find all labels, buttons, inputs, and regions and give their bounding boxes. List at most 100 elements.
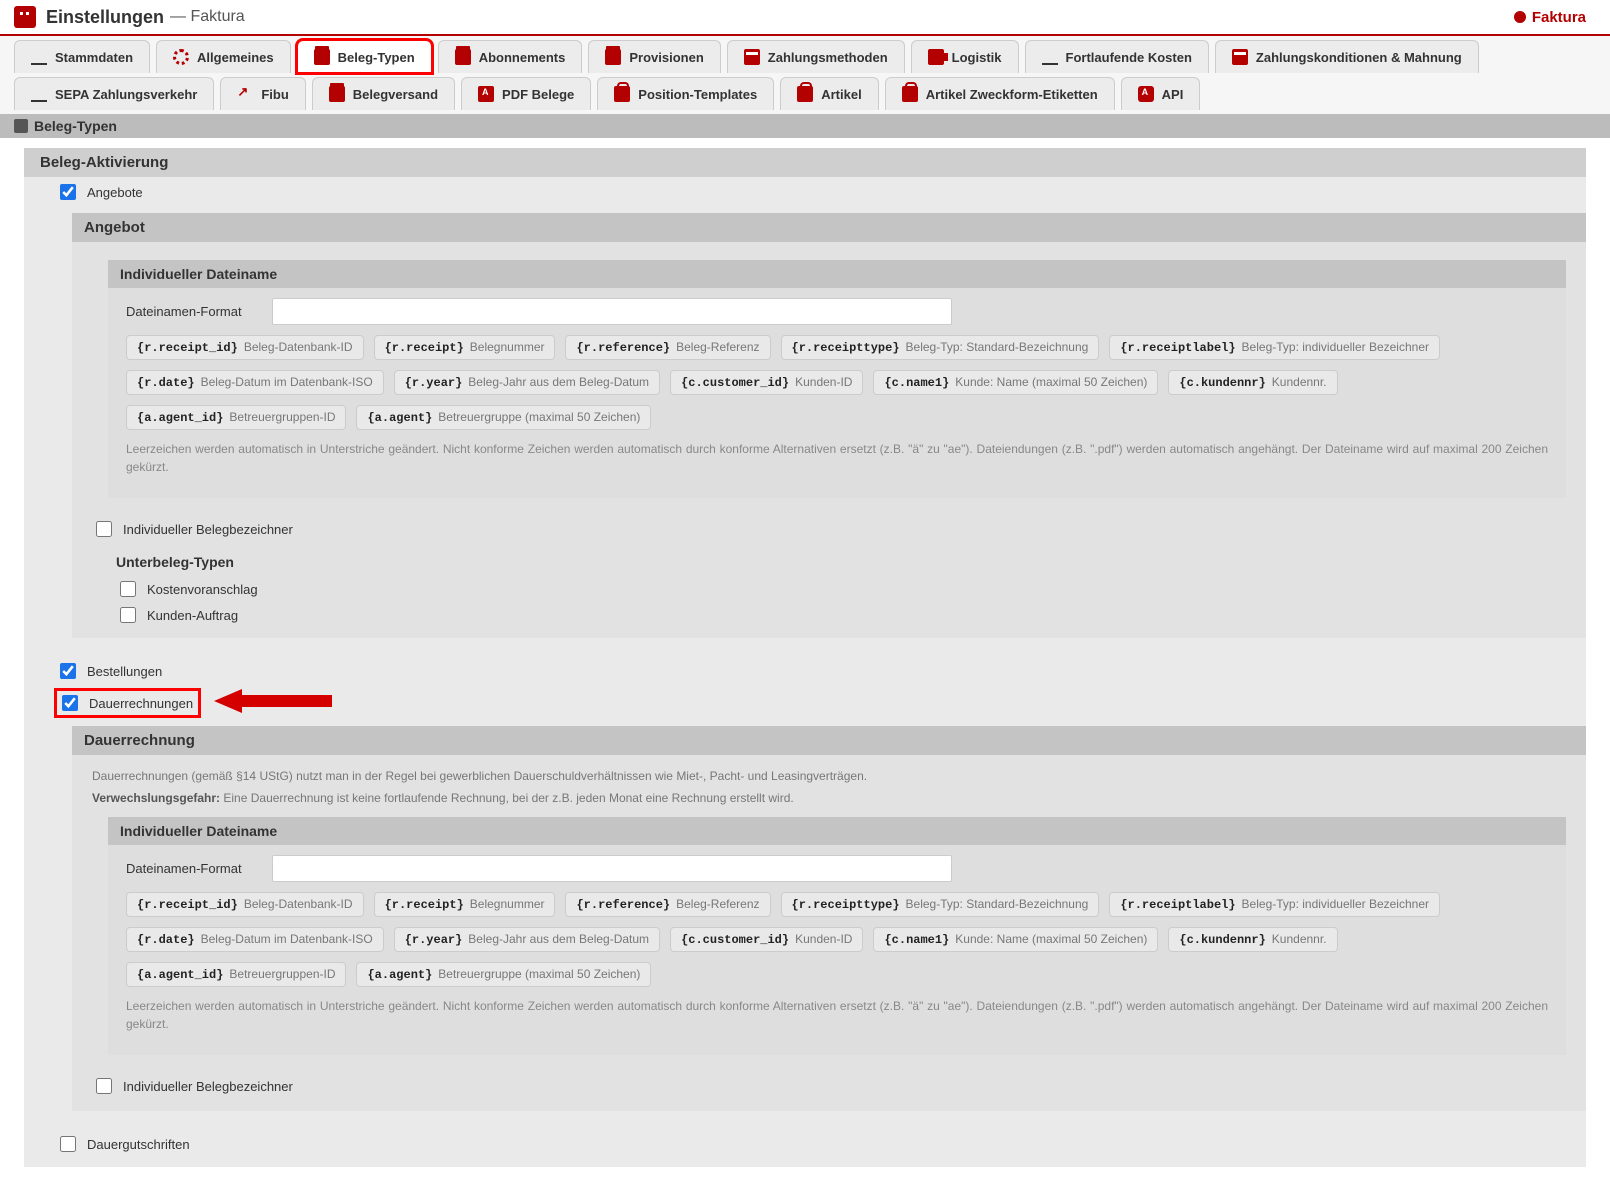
filename-token[interactable]: {c.kundennr}Kundennr. — [1168, 370, 1337, 395]
token-code: {c.name1} — [884, 376, 949, 390]
token-desc: Beleg-Datum im Datenbank-ISO — [201, 932, 373, 946]
tab-allgemeines[interactable]: Allgemeines — [156, 40, 291, 73]
section-strip: Beleg-Typen — [0, 114, 1610, 138]
filename-token[interactable]: {r.receipt}Belegnummer — [374, 892, 556, 917]
angebot-subitem-row: Kunden-Auftrag — [116, 602, 1566, 628]
filename-token[interactable]: {r.date} Beleg-Datum im Datenbank-ISO — [126, 927, 384, 952]
filename-token[interactable]: {r.receipt_id}Beleg-Datenbank-ID — [126, 335, 364, 360]
filename-token[interactable]: {r.receipttype}Beleg-Typ: Standard-Bezei… — [781, 892, 1100, 917]
dauerrechnung-filename-hint: Leerzeichen werden automatisch in Unters… — [126, 997, 1548, 1033]
tab-zahlungsmethoden[interactable]: Zahlungsmethoden — [727, 40, 905, 73]
tab-fibu[interactable]: Fibu — [220, 77, 305, 110]
filename-token[interactable]: {c.kundennr}Kundennr. — [1168, 927, 1337, 952]
token-desc: Betreuergruppen-ID — [229, 410, 335, 424]
token-desc: Beleg-Datenbank-ID — [244, 897, 353, 911]
angebot-filename-input[interactable] — [272, 298, 952, 325]
token-code: {r.date} — [137, 376, 195, 390]
tab-artikel-zweckform-etiketten[interactable]: Artikel Zweckform-Etiketten — [885, 77, 1115, 110]
dauerrechnung-desc2-bold: Verwechslungsgefahr: — [92, 791, 220, 805]
tab-provisionen[interactable]: Provisionen — [588, 40, 720, 73]
token-desc: Beleg-Datum im Datenbank-ISO — [201, 375, 373, 389]
token-desc: Beleg-Referenz — [676, 340, 759, 354]
token-desc: Beleg-Referenz — [676, 897, 759, 911]
filename-token[interactable]: {r.reference} Beleg-Referenz — [565, 335, 770, 360]
dauerrechnungen-checkbox[interactable] — [62, 695, 78, 711]
dauerrechnung-filename-block: Individueller Dateiname Dateinamen-Forma… — [108, 817, 1566, 1055]
tab-label: Position-Templates — [638, 87, 757, 102]
filename-token[interactable]: {c.name1} Kunde: Name (maximal 50 Zeichen… — [873, 370, 1158, 395]
filename-token[interactable]: {r.receipt_id}Beleg-Datenbank-ID — [126, 892, 364, 917]
token-desc: Kunde: Name (maximal 50 Zeichen) — [955, 375, 1147, 389]
tab-fortlaufende-kosten[interactable]: Fortlaufende Kosten — [1025, 40, 1209, 73]
token-code: {r.reference} — [576, 341, 670, 355]
token-code: {c.name1} — [884, 933, 949, 947]
filename-token[interactable]: {c.customer_id}Kunden-ID — [670, 927, 863, 952]
filename-token[interactable]: {c.name1}Kunde: Name (maximal 50 Zeichen… — [873, 927, 1158, 952]
dauerrechnung-indiv-bez-checkbox[interactable] — [96, 1078, 112, 1094]
filename-token[interactable]: {r.receipt}Belegnummer — [374, 335, 556, 360]
token-desc: Beleg-Typ: Standard-Bezeichnung — [906, 340, 1089, 354]
dauergutschriften-checkbox[interactable] — [60, 1136, 76, 1152]
filename-token[interactable]: {r.receipttype}Beleg-Typ: Standard-Bezei… — [781, 335, 1100, 360]
angebot-subitem-label: Kunden-Auftrag — [147, 608, 238, 623]
token-desc: Betreuergruppen-ID — [229, 967, 335, 981]
tab-pdf-belege[interactable]: PDF Belege — [461, 77, 591, 110]
filename-token[interactable]: {r.receiptlabel}Beleg-Typ: individueller… — [1109, 892, 1440, 917]
cone-icon — [31, 49, 47, 65]
tab-label: Provisionen — [629, 50, 703, 65]
filename-token[interactable]: {a.agent_id} Betreuergruppen-ID — [126, 405, 346, 430]
filename-token[interactable]: {a.agent}Betreuergruppe (maximal 50 Zeic… — [356, 962, 651, 987]
token-code: {a.agent_id} — [137, 411, 223, 425]
brand-badge: Faktura — [1504, 7, 1596, 28]
pdf-icon — [478, 86, 494, 102]
token-desc: Beleg-Jahr aus dem Beleg-Datum — [468, 375, 649, 389]
bag-icon — [797, 86, 813, 102]
activation-header: Beleg-Aktivierung — [24, 148, 1586, 177]
gear-icon — [173, 49, 189, 65]
token-code: {r.date} — [137, 933, 195, 947]
tab-position-templates[interactable]: Position-Templates — [597, 77, 774, 110]
angebot-indiv-bez-checkbox[interactable] — [96, 521, 112, 537]
tab-label: Artikel — [821, 87, 861, 102]
tab-sepa-zahlungsverkehr[interactable]: SEPA Zahlungsverkehr — [14, 77, 214, 110]
filename-token[interactable]: {c.customer_id}Kunden-ID — [670, 370, 863, 395]
angebot-subitem-checkbox[interactable] — [120, 581, 136, 597]
card-icon — [1232, 49, 1248, 65]
tab-api[interactable]: API — [1121, 77, 1201, 110]
filename-token[interactable]: {r.receiptlabel} Beleg-Typ: individueller… — [1109, 335, 1440, 360]
token-code: {r.reference} — [576, 898, 670, 912]
angebot-indiv-bez-label: Individueller Belegbezeichner — [123, 522, 293, 537]
angebot-subitem-checkbox[interactable] — [120, 607, 136, 623]
token-desc: Beleg-Typ: individueller Bezeichner — [1242, 340, 1429, 354]
dauerrechnung-filename-label: Dateinamen-Format — [126, 861, 256, 876]
tab-stammdaten[interactable]: Stammdaten — [14, 40, 150, 73]
tab-artikel[interactable]: Artikel — [780, 77, 878, 110]
tab-belegversand[interactable]: Belegversand — [312, 77, 455, 110]
filename-token[interactable]: {r.date} Beleg-Datum im Datenbank-ISO — [126, 370, 384, 395]
token-desc: Kundennr. — [1272, 375, 1327, 389]
section-icon — [14, 119, 28, 133]
token-code: {r.year} — [405, 933, 463, 947]
token-desc: Betreuergruppe (maximal 50 Zeichen) — [438, 410, 640, 424]
tab-abonnements[interactable]: Abonnements — [438, 40, 583, 73]
filename-token[interactable]: {r.reference} Beleg-Referenz — [565, 892, 770, 917]
dauerrechnung-filename-input[interactable] — [272, 855, 952, 882]
tab-logistik[interactable]: Logistik — [911, 40, 1019, 73]
tab-label: SEPA Zahlungsverkehr — [55, 87, 197, 102]
filename-token[interactable]: {r.year}Beleg-Jahr aus dem Beleg-Datum — [394, 927, 660, 952]
dauerrechnung-indiv-bez-label: Individueller Belegbezeichner — [123, 1079, 293, 1094]
tab-beleg-typen[interactable]: Beleg-Typen — [297, 40, 432, 73]
tab-label: API — [1162, 87, 1184, 102]
angebot-token-list: {r.receipt_id}Beleg-Datenbank-ID {r.recei… — [126, 335, 1548, 430]
filename-token[interactable]: {r.year}Beleg-Jahr aus dem Beleg-Datum — [394, 370, 660, 395]
bestellungen-checkbox[interactable] — [60, 663, 76, 679]
briefcase-icon — [605, 49, 621, 65]
token-desc: Belegnummer — [470, 340, 545, 354]
token-code: {r.receiptlabel} — [1120, 341, 1235, 355]
angebote-checkbox[interactable] — [60, 184, 76, 200]
angebot-filename-hint: Leerzeichen werden automatisch in Unters… — [126, 440, 1548, 476]
card-icon — [744, 49, 760, 65]
tab-zahlungskonditionen-mahnung[interactable]: Zahlungskonditionen & Mahnung — [1215, 40, 1479, 73]
filename-token[interactable]: {a.agent}Betreuergruppe (maximal 50 Zeic… — [356, 405, 651, 430]
filename-token[interactable]: {a.agent_id}Betreuergruppen-ID — [126, 962, 346, 987]
